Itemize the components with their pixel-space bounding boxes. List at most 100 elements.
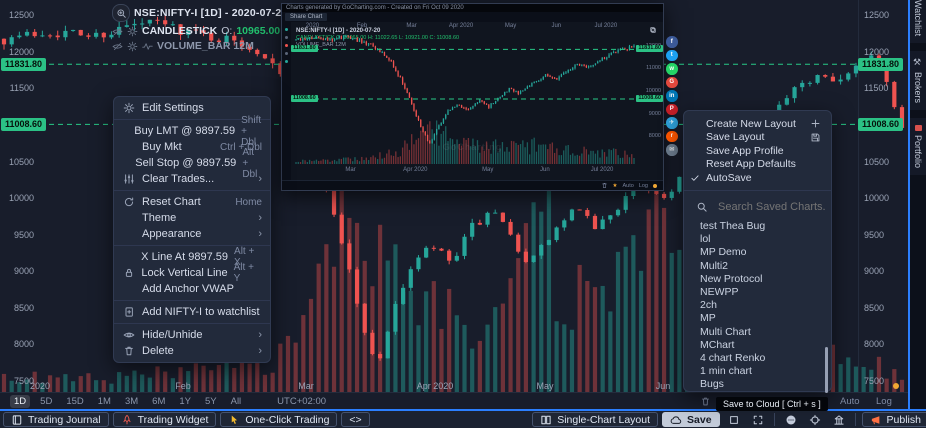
saved-chart-mchart[interactable]: MChart	[684, 338, 831, 351]
delete-drawings-button[interactable]	[700, 396, 711, 407]
saved-chart-1-min-chart[interactable]: 1 min chart	[684, 365, 831, 378]
save-button[interactable]: Save	[662, 412, 720, 427]
single-chart-layout-button[interactable]: Single-Chart Layout	[532, 412, 658, 427]
menu-divider	[114, 323, 270, 324]
share-reddit-button[interactable]: r	[666, 131, 678, 143]
eyeoff-icon	[112, 41, 123, 52]
plus-icon	[810, 118, 821, 129]
search-saved-charts-input[interactable]	[716, 200, 830, 214]
timeframe-1y[interactable]: 1Y	[175, 395, 195, 408]
toolbar-crosshair-button[interactable]	[805, 414, 825, 426]
menu-item-label: Clear Trades...	[142, 173, 252, 185]
timeframe-15d[interactable]: 15D	[62, 395, 87, 408]
auto-scale-toggle[interactable]: Auto	[840, 396, 860, 407]
saved-chart-newpp[interactable]: NEWPP	[684, 285, 831, 298]
timeframe-5d[interactable]: 5D	[36, 395, 56, 408]
share-email-button[interactable]: ✉	[666, 144, 678, 156]
share-whatsapp-button[interactable]: w	[666, 63, 678, 75]
share-facebook-button[interactable]: f	[666, 36, 678, 48]
menu-item-theme[interactable]: Theme›	[114, 210, 270, 226]
layout-panel: Create New LayoutSave LayoutSave App Pro…	[683, 110, 832, 392]
publish-button[interactable]: Publish	[862, 412, 926, 427]
trading-widget-button[interactable]: Trading Widget	[113, 412, 217, 427]
timeframe-6m[interactable]: 6M	[148, 395, 169, 408]
trading-journal-button[interactable]: Trading Journal	[3, 412, 109, 427]
menu-item-autosave[interactable]: AutoSave	[684, 171, 831, 185]
menu-item-appearance[interactable]: Appearance›	[114, 226, 270, 242]
timezone-label[interactable]: UTC+02:00	[277, 396, 326, 407]
snapshot-price-tick: 9000	[649, 111, 661, 117]
saved-chart-mp-demo[interactable]: MP Demo	[684, 246, 831, 259]
saved-chart-bugs[interactable]: Bugs	[684, 378, 831, 391]
menu-item-label: Reset App Defaults	[706, 158, 821, 170]
menu-item-delete[interactable]: Delete›	[114, 343, 270, 359]
menu-item-lock-vertical-line[interactable]: Lock Vertical LineAlt + Y	[114, 265, 270, 281]
sidebar-tab-brokers[interactable]: ⚒Brokers	[910, 51, 926, 110]
toolbar-chat-button[interactable]	[781, 414, 801, 426]
sidebar-dot	[285, 44, 288, 47]
study-name: CANDLESTICK	[142, 25, 217, 37]
share-twitter-button[interactable]: t	[666, 50, 678, 62]
price-level-badge: 11831.80	[858, 58, 903, 71]
saved-chart-mp[interactable]: MP	[684, 312, 831, 325]
menu-item-label: Lock Vertical Line	[141, 267, 227, 279]
menu-item-create-new-layout[interactable]: Create New Layout	[684, 117, 831, 131]
chart-context-menu: Edit SettingsBuy LMT @ 9897.59Shift + Db…	[113, 96, 271, 363]
symbol-search-button[interactable]	[112, 4, 130, 22]
snapshot-time-tick: Mar	[345, 167, 355, 173]
price-level-badge: 11008.60	[858, 118, 903, 131]
chart-snapshot-window[interactable]: Charts generated by GoCharting.com - Cre…	[281, 3, 664, 191]
saved-chart-multi-chart[interactable]: Multi Chart	[684, 325, 831, 338]
timeframe-all[interactable]: All	[227, 395, 246, 408]
menu-item-buy-lmt-9897-59[interactable]: Buy LMT @ 9897.59Shift + Dbl	[114, 123, 270, 139]
candlestick-settings-button[interactable]	[127, 26, 138, 37]
toolbar-square-button[interactable]	[724, 414, 744, 426]
snapshot-time-tick: Jul 2020	[591, 167, 614, 173]
toolbar-expand-button[interactable]	[748, 414, 768, 426]
timeframe-5y[interactable]: 5Y	[201, 395, 221, 408]
hide-volume-button[interactable]	[112, 41, 123, 52]
saved-chart-new-protocol[interactable]: New Protocol	[684, 272, 831, 285]
toolbar-bank-button[interactable]	[829, 414, 849, 426]
timeframe-3m[interactable]: 3M	[121, 395, 142, 408]
share-linkedin-button[interactable]: in	[666, 90, 678, 102]
saved-chart-2ch[interactable]: 2ch	[684, 299, 831, 312]
go-to-realtime-dot[interactable]	[893, 383, 899, 389]
menu-item-reset-app-defaults[interactable]: Reset App Defaults	[684, 158, 831, 172]
timeframe-1m[interactable]: 1M	[94, 395, 115, 408]
sidebar-tab-watchlist[interactable]: ≡Watchlist	[910, 0, 926, 43]
one-click-trading-button[interactable]: One-Click Trading	[220, 412, 337, 427]
sidebar-tab-label: Watchlist	[913, 0, 923, 36]
timeframe-1d[interactable]: 1D	[10, 395, 30, 408]
menu-item-reset-chart[interactable]: Reset ChartHome	[114, 194, 270, 210]
menu-item-save-app-profile[interactable]: Save App Profile	[684, 144, 831, 158]
search-icon	[696, 201, 708, 213]
menu-divider	[114, 300, 270, 301]
share-google-plus-button[interactable]: G	[666, 77, 678, 89]
share-telegram-button[interactable]: ✈	[666, 117, 678, 129]
menu-item-save-layout[interactable]: Save Layout	[684, 131, 831, 145]
saved-chart-4-chart-renko[interactable]: 4 chart Renko	[684, 351, 831, 364]
menu-item-label: Buy Mkt	[142, 141, 214, 153]
volume-settings-button[interactable]	[127, 41, 138, 52]
menu-item-add-anchor-vwap[interactable]: Add Anchor VWAP	[114, 281, 270, 297]
menu-item-sell-stop-9897-59[interactable]: Sell Stop @ 9897.59Alt + Dbl	[114, 155, 270, 171]
copy-snapshot-button[interactable]	[649, 26, 657, 34]
panel-scrollbar-thumb[interactable]	[825, 347, 828, 393]
snapshot-time-tick: May	[482, 167, 493, 173]
sidebar-tab-portfolio[interactable]: Portfolio	[910, 118, 926, 175]
item-button[interactable]: <>	[341, 412, 369, 427]
menu-item-clear-trades[interactable]: Clear Trades...›	[114, 171, 270, 187]
saved-chart-lol[interactable]: lol	[684, 233, 831, 246]
menu-item-add-nifty-i-to-watchlist[interactable]: Add NIFTY-I to watchlist	[114, 304, 270, 320]
hide-candlestick-button[interactable]	[112, 26, 123, 37]
cloud-icon	[670, 414, 682, 426]
menu-item-hide-unhide[interactable]: Hide/Unhide›	[114, 327, 270, 343]
check-icon	[690, 173, 700, 183]
log-scale-toggle[interactable]: Log	[876, 396, 892, 407]
saved-chart-multi2[interactable]: Multi2	[684, 259, 831, 272]
sidebar-dot	[285, 28, 288, 31]
snapshot-price-tick: 11000	[646, 65, 661, 71]
share-pinterest-button[interactable]: P	[666, 104, 678, 116]
saved-chart-test-thea-bug[interactable]: test Thea Bug	[684, 220, 831, 233]
